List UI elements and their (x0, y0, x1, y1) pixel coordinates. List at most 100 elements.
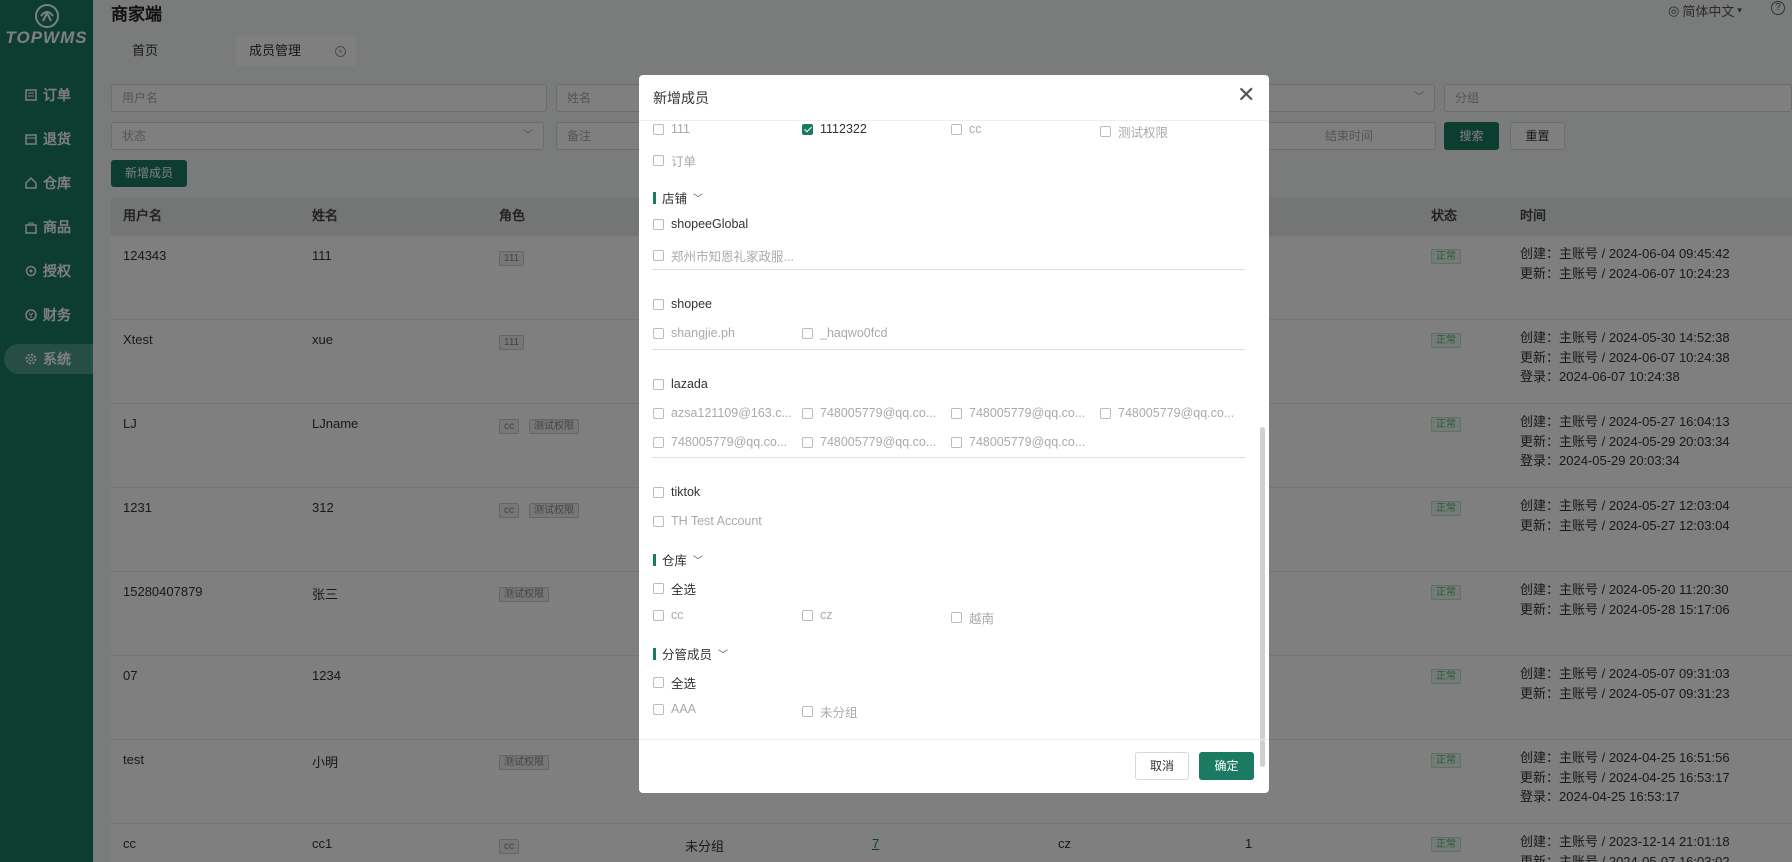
chevron-down-icon: ﹀ (693, 556, 704, 567)
section-bar (653, 553, 656, 566)
checkbox-box[interactable] (951, 407, 962, 419)
checkbox-box[interactable] (653, 123, 664, 135)
checkbox-box[interactable] (802, 327, 813, 339)
section-sub-members[interactable]: 分管成员 ﹀ (653, 644, 728, 663)
shop-checkbox[interactable]: 748005779@qq.co... (802, 435, 936, 449)
role-checkbox[interactable]: 测试权限 (1100, 122, 1168, 141)
checkbox-box[interactable] (653, 218, 664, 230)
shop-checkbox[interactable]: _haqwo0fcd (802, 326, 887, 340)
section-label: 店铺 (662, 192, 688, 206)
checkbox-box[interactable] (951, 612, 962, 623)
checkbox-box[interactable] (653, 583, 664, 594)
confirm-button[interactable]: 确定 (1199, 752, 1254, 780)
warehouse-checkbox[interactable]: 越南 (951, 608, 994, 627)
section-warehouse[interactable]: 仓库 ﹀ (653, 550, 703, 569)
section-bar (653, 647, 656, 660)
close-icon[interactable]: ✕ (1237, 84, 1255, 106)
checkbox-label: 748005779@qq.co... (820, 435, 937, 449)
checkbox-label: 全选 (671, 583, 697, 597)
checkbox-label: 越南 (969, 612, 995, 626)
checkbox-box[interactable] (653, 609, 664, 621)
checkbox-box[interactable] (653, 486, 664, 498)
checkbox-label: cc (969, 122, 982, 136)
checkbox-box[interactable] (653, 677, 664, 688)
checkbox-box[interactable] (653, 378, 664, 390)
checkbox-box[interactable] (653, 155, 664, 166)
sub-member-checkbox[interactable]: AAA (653, 702, 696, 716)
warehouse-checkbox[interactable]: cc (653, 608, 684, 622)
platform-checkbox[interactable]: shopee (653, 297, 712, 311)
modal-footer: 取消 确定 (639, 739, 1269, 793)
checkbox-box[interactable] (1100, 126, 1111, 137)
shop-checkbox[interactable]: 748005779@qq.co... (1100, 406, 1234, 420)
sub-select-all-checkbox[interactable]: 全选 (653, 673, 696, 692)
section-shop[interactable]: 店铺 ﹀ (653, 188, 703, 207)
checkbox-box[interactable] (1100, 407, 1111, 419)
shop-checkbox[interactable]: 郑州市知恩礼家政服... (653, 246, 794, 265)
role-checkbox[interactable]: cc (951, 122, 982, 136)
checkbox-label: shopeeGlobal (671, 217, 749, 231)
modal-header: 新增成员 ✕ (639, 75, 1269, 121)
checkbox-box[interactable] (653, 703, 664, 715)
section-label: 分管成员 (662, 648, 713, 662)
checkbox-box[interactable] (653, 298, 664, 310)
checkbox-label: 1112322 (820, 122, 867, 136)
checkbox-label: 全选 (671, 677, 697, 691)
checkbox-label: cz (820, 608, 833, 622)
warehouse-checkbox[interactable]: cz (802, 608, 833, 622)
shop-checkbox[interactable]: 748005779@qq.co... (653, 435, 787, 449)
cancel-button[interactable]: 取消 (1135, 752, 1189, 780)
chevron-down-icon: ﹀ (693, 194, 704, 205)
checkbox-box[interactable] (951, 436, 962, 448)
checkbox-box[interactable] (951, 123, 962, 135)
checkbox-label: 748005779@qq.co... (969, 435, 1086, 449)
checkbox-box[interactable] (802, 706, 813, 717)
platform-checkbox[interactable]: lazada (653, 377, 708, 391)
checkbox-label: AAA (671, 702, 697, 716)
warehouse-select-all-checkbox[interactable]: 全选 (653, 579, 696, 598)
checkbox-label: azsa121109@163.c... (671, 406, 792, 420)
checkbox-box[interactable] (802, 609, 813, 621)
shop-checkbox[interactable]: TH Test Account (653, 514, 762, 528)
checkbox-label: 111 (671, 122, 691, 136)
shop-checkbox[interactable]: 748005779@qq.co... (802, 406, 936, 420)
role-checkbox[interactable]: 订单 (653, 151, 696, 170)
shop-checkbox[interactable]: 748005779@qq.co... (951, 435, 1085, 449)
checkbox-box[interactable] (653, 327, 664, 339)
checkbox-label: _haqwo0fcd (820, 326, 888, 340)
section-bar (653, 191, 656, 204)
shop-checkbox[interactable]: shangjie.ph (653, 326, 735, 340)
checkbox-label: cc (671, 608, 684, 622)
checkbox-box[interactable] (802, 407, 813, 419)
role-checkbox[interactable]: 1112322 (802, 122, 867, 136)
checkbox-box[interactable] (802, 436, 813, 448)
checkbox-box-checked[interactable] (802, 123, 813, 135)
role-checkbox[interactable]: 111 (653, 122, 690, 136)
add-member-modal: 新增成员 ✕ 111 1112322 cc 测试权限 订单 店铺 ﹀ shopee… (639, 75, 1269, 793)
sub-member-checkbox[interactable]: 未分组 (802, 702, 858, 721)
checkbox-box[interactable] (653, 515, 664, 527)
checkbox-label: 748005779@qq.co... (1118, 406, 1235, 420)
checkbox-label: 748005779@qq.co... (969, 406, 1086, 420)
modal-scrollbar[interactable] (1260, 427, 1265, 767)
checkbox-label: 748005779@qq.co... (671, 435, 788, 449)
checkbox-label: 748005779@qq.co... (820, 406, 937, 420)
checkbox-box[interactable] (653, 407, 664, 419)
checkbox-label: 郑州市知恩礼家政服... (671, 250, 794, 264)
modal-body: 111 1112322 cc 测试权限 订单 店铺 ﹀ shopeeGlobal … (639, 122, 1269, 739)
checkbox-label: 未分组 (820, 706, 858, 720)
platform-checkbox[interactable]: tiktok (653, 485, 700, 499)
shop-checkbox[interactable]: 748005779@qq.co... (951, 406, 1085, 420)
checkbox-label: 测试权限 (1118, 126, 1169, 140)
checkbox-label: shopee (671, 297, 713, 311)
checkbox-label: shangjie.ph (671, 326, 735, 340)
chevron-down-icon: ﹀ (718, 650, 729, 661)
checkbox-label: TH Test Account (671, 514, 762, 528)
divider (652, 269, 1245, 270)
checkbox-label: tiktok (671, 485, 701, 499)
checkbox-box[interactable] (653, 250, 664, 261)
checkbox-box[interactable] (653, 436, 664, 448)
shop-checkbox[interactable]: azsa121109@163.c... (653, 406, 792, 420)
checkbox-label: lazada (671, 377, 708, 391)
platform-checkbox[interactable]: shopeeGlobal (653, 217, 748, 231)
